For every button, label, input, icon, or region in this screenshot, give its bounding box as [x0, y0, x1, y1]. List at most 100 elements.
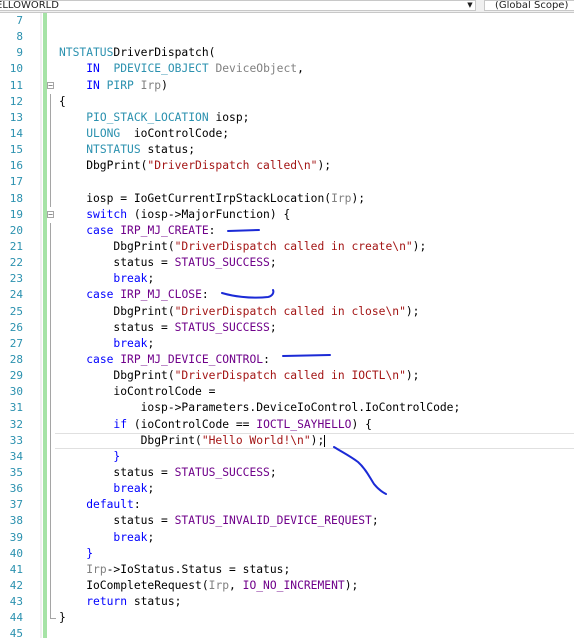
code-line[interactable]: 29 DbgPrint("DriverDispatch called in IO…: [0, 368, 574, 385]
code-text: iosp = IoGetCurrentIrpStackLocation(Irp)…: [59, 191, 365, 207]
code-line[interactable]: 33 DbgPrint("Hello World!\n");: [0, 432, 574, 449]
code-line[interactable]: 19 − switch (iosp->MajorFunction) {: [0, 207, 574, 223]
code-text: DbgPrint("DriverDispatch called\n");: [59, 158, 331, 174]
code-token: DbgPrint(: [59, 239, 175, 253]
code-line[interactable]: 42 IoCompleteRequest(Irp, IO_NO_INCREMEN…: [0, 577, 574, 595]
code-token: DriverDispatch(: [113, 46, 216, 60]
code-text: DbgPrint("DriverDispatch called in close…: [59, 304, 419, 320]
code-text: NTSTATUS status;: [59, 142, 195, 158]
code-token: break: [113, 336, 148, 350]
code-line[interactable]: 18 iosp = IoGetCurrentIrpStackLocation(I…: [0, 190, 574, 207]
fold-guide-line: [50, 351, 51, 369]
code-line[interactable]: 34 }: [0, 448, 574, 465]
code-token: "DriverDispatch called\n": [147, 159, 318, 173]
code-text: DbgPrint("DriverDispatch called in creat…: [59, 239, 426, 255]
code-line[interactable]: 12 {: [0, 93, 574, 110]
code-token: IRP_MJ_CREATE: [120, 223, 209, 237]
code-line[interactable]: 41 Irp->IoStatus.Status = status;: [0, 561, 574, 578]
line-number: 8: [16, 30, 23, 44]
code-line[interactable]: 44}: [0, 610, 574, 626]
code-line[interactable]: 14 ULONG ioControlCode;: [0, 125, 574, 143]
code-line[interactable]: 38 status = STATUS_INVALID_DEVICE_REQUES…: [0, 513, 574, 530]
collapse-toggle-icon[interactable]: −: [47, 210, 54, 218]
code-token: "DriverDispatch called in create\n": [174, 239, 413, 253]
code-line[interactable]: 27 break;: [0, 335, 574, 352]
code-line[interactable]: 17: [0, 174, 574, 191]
fold-guide-line: [50, 545, 51, 562]
code-line[interactable]: 9 NTSTATUSDriverDispatch(: [0, 45, 574, 61]
code-line[interactable]: 45: [0, 626, 574, 642]
scope-dropdown-value: ELLOWORLD: [0, 0, 59, 11]
code-token: switch: [86, 207, 128, 221]
code-token: STATUS_SUCCESS: [174, 320, 270, 334]
code-line[interactable]: 23 break;: [0, 271, 574, 288]
code-line[interactable]: 10 IN PDEVICE_OBJECT DeviceObject,: [0, 61, 574, 77]
line-number: 15: [9, 143, 23, 157]
line-number: 22: [9, 256, 23, 270]
line-number: 21: [9, 239, 23, 253]
code-text: }: [59, 546, 93, 562]
scope-dropdown[interactable]: ELLOWORLD ▼: [0, 0, 476, 11]
code-token: );: [351, 191, 366, 205]
line-number: 10: [9, 62, 23, 76]
code-token: IRP_MJ_CLOSE: [120, 288, 202, 302]
code-line[interactable]: 22 status = STATUS_SUCCESS;: [0, 255, 574, 272]
code-token: status =: [59, 465, 175, 479]
code-line[interactable]: 8: [0, 29, 574, 45]
code-text: }: [59, 449, 120, 465]
code-line[interactable]: 31 iosp->Parameters.DeviceIoControl.IoCo…: [0, 400, 574, 417]
code-line[interactable]: 28 case IRP_MJ_DEVICE_CONTROL:: [0, 351, 574, 369]
code-token: IN: [86, 62, 100, 76]
code-line[interactable]: 40 }: [0, 545, 574, 562]
line-number: 39: [9, 530, 23, 544]
code-line[interactable]: 32 if (ioControlCode == IOCTL_SAYHELLO) …: [0, 416, 574, 433]
code-token: );: [344, 578, 359, 592]
code-token: :: [263, 352, 270, 366]
code-line[interactable]: 24 case IRP_MJ_CLOSE:: [0, 287, 574, 304]
code-text: ioControlCode =: [59, 384, 215, 400]
code-line[interactable]: 7: [0, 13, 574, 29]
code-line[interactable]: 16 DbgPrint("DriverDispatch called\n");: [0, 158, 574, 175]
line-number: 18: [9, 191, 23, 205]
code-line[interactable]: 26 status = STATUS_SUCCESS;: [0, 319, 574, 336]
code-token: IO_NO_INCREMENT: [242, 578, 345, 592]
code-line[interactable]: 35 status = STATUS_SUCCESS;: [0, 464, 574, 482]
code-line[interactable]: 21 DbgPrint("DriverDispatch called in cr…: [0, 238, 574, 256]
fold-guide-line: [50, 174, 51, 191]
code-token: iosp;: [208, 110, 250, 124]
code-line[interactable]: 39 break;: [0, 529, 574, 546]
line-number: 27: [9, 336, 23, 350]
code-line[interactable]: 25 DbgPrint("DriverDispatch called in cl…: [0, 303, 574, 320]
code-line[interactable]: 30 ioControlCode =: [0, 384, 574, 401]
code-line[interactable]: 37 default:: [0, 497, 574, 514]
collapse-toggle-icon[interactable]: −: [47, 81, 54, 89]
fold-guide-line: [50, 529, 51, 546]
code-editor[interactable]: 7 8 9 NTSTATUSDriverDispatch(10 IN PDEVICE_…: [0, 13, 574, 642]
code-line[interactable]: 11 − IN PIRP Irp): [0, 78, 574, 94]
line-number: 45: [9, 627, 23, 641]
code-line[interactable]: 20 case IRP_MJ_CREATE:: [0, 222, 574, 239]
code-token: DeviceObject: [208, 62, 298, 76]
line-number: 24: [9, 288, 23, 302]
code-token: );: [405, 369, 420, 383]
line-number: 35: [9, 465, 23, 479]
code-text: DbgPrint("DriverDispatch called in IOCTL…: [59, 368, 419, 384]
code-token: ;: [147, 272, 155, 286]
code-line[interactable]: 36 break;: [0, 481, 574, 498]
code-text: case IRP_MJ_CLOSE:: [59, 287, 208, 303]
code-line[interactable]: 13 PIO_STACK_LOCATION iosp;: [0, 109, 574, 126]
member-dropdown[interactable]: (Global Scope): [484, 0, 574, 11]
code-line[interactable]: 43 return status;: [0, 594, 574, 611]
fold-guide-line: [50, 93, 51, 110]
member-dropdown-value: (Global Scope): [495, 0, 569, 11]
code-token: }: [59, 611, 66, 625]
code-line[interactable]: 15 NTSTATUS status;: [0, 142, 574, 159]
fold-guide-line: [50, 577, 51, 595]
code-token: ,: [297, 62, 304, 76]
